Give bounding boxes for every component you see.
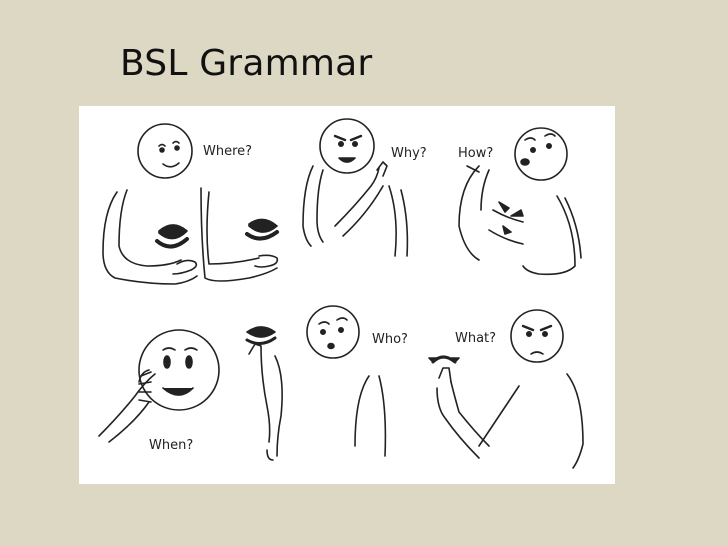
how-face	[514, 127, 568, 181]
label-why: Why?	[391, 146, 427, 161]
label-where: Where?	[203, 144, 253, 159]
sign-drawings	[98, 118, 584, 469]
when-face	[138, 329, 220, 411]
when-raised-arm	[245, 326, 283, 461]
why-face	[319, 118, 375, 174]
label-what: What?	[455, 331, 497, 346]
what-sign-figure	[428, 309, 584, 469]
bsl-question-signs-illustration: Where? Why? How? Who? What? When?	[79, 106, 615, 484]
who-face	[306, 305, 360, 359]
why-sign-figure	[302, 118, 409, 257]
where-face	[137, 123, 193, 179]
who-sign-figure	[306, 305, 387, 457]
what-face	[510, 309, 564, 363]
label-who: Who?	[372, 332, 408, 347]
label-how: How?	[458, 146, 494, 161]
label-when: When?	[149, 438, 194, 453]
slide-title: BSL Grammar	[120, 43, 373, 84]
when-sign-figure	[98, 329, 220, 443]
